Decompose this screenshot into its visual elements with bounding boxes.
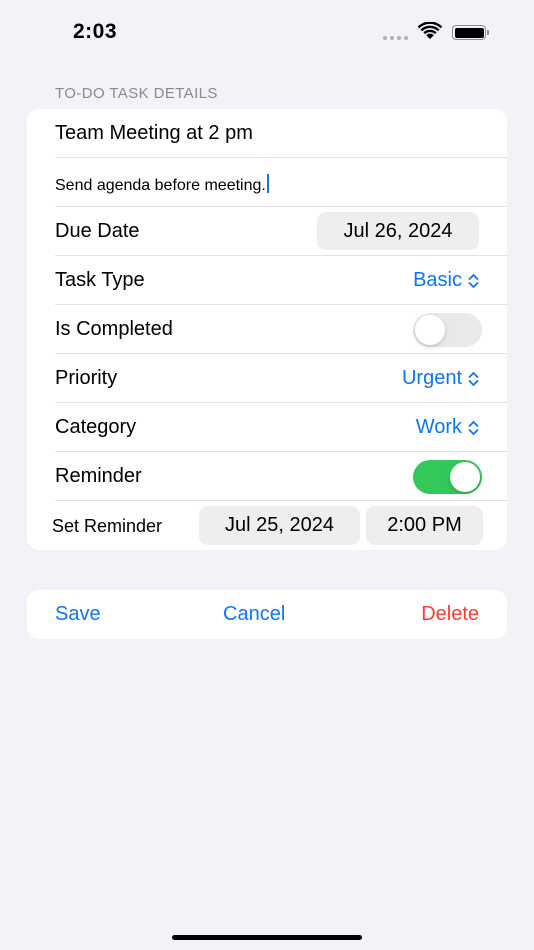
chevron-up-down-icon	[468, 273, 479, 288]
text-cursor	[266, 174, 269, 193]
due-date-picker[interactable]: Jul 26, 2024	[317, 212, 479, 250]
category-label: Category	[55, 416, 137, 438]
is-completed-label: Is Completed	[55, 318, 173, 340]
title-field[interactable]: Team Meeting at 2 pm	[55, 122, 253, 145]
set-reminder-row: Set Reminder Jul 25, 2024 2:00 PM	[27, 501, 507, 550]
category-value: Work	[415, 416, 462, 438]
chevron-up-down-icon	[468, 420, 479, 435]
priority-picker[interactable]: Urgent	[402, 367, 479, 390]
category-picker[interactable]: Work	[416, 416, 479, 439]
wifi-icon	[418, 22, 442, 39]
notes-row[interactable]: Send agenda before meeting.	[27, 158, 507, 207]
title-row[interactable]: Team Meeting at 2 pm	[27, 109, 507, 158]
notes-text: Send agenda before meeting.	[55, 177, 266, 194]
battery-icon	[452, 25, 489, 40]
delete-button[interactable]: Delete	[421, 603, 479, 626]
due-date-label: Due Date	[55, 220, 140, 242]
save-button[interactable]: Save	[55, 603, 101, 626]
task-type-picker[interactable]: Basic	[413, 269, 479, 292]
cancel-button[interactable]: Cancel	[223, 603, 285, 626]
reminder-date-picker[interactable]: Jul 25, 2024	[199, 506, 360, 545]
cellular-signal-icon	[383, 36, 408, 40]
task-type-label: Task Type	[55, 269, 145, 291]
status-time: 2:03	[73, 20, 118, 43]
is-completed-row: Is Completed	[27, 305, 507, 354]
task-type-row: Task Type Basic	[27, 256, 507, 305]
due-date-row: Due Date Jul 26, 2024	[27, 207, 507, 256]
reminder-label: Reminder	[55, 465, 142, 487]
home-indicator[interactable]	[172, 935, 362, 940]
is-completed-toggle[interactable]	[413, 313, 482, 347]
priority-label: Priority	[55, 367, 118, 389]
priority-value: Urgent	[401, 367, 462, 389]
reminder-toggle[interactable]	[413, 460, 482, 494]
status-bar: 2:03	[0, 0, 534, 60]
category-row: Category Work	[27, 403, 507, 452]
task-type-value: Basic	[413, 269, 462, 291]
reminder-time-picker[interactable]: 2:00 PM	[366, 506, 483, 545]
notes-field[interactable]: Send agenda before meeting.	[55, 174, 269, 195]
reminder-row: Reminder	[27, 452, 507, 501]
actions-card: Save Cancel Delete	[27, 590, 507, 639]
task-details-card: Team Meeting at 2 pm Send agenda before …	[27, 109, 507, 550]
section-header: TO-DO TASK DETAILS	[55, 85, 218, 102]
chevron-up-down-icon	[468, 371, 479, 386]
set-reminder-label: Set Reminder	[52, 516, 163, 536]
priority-row: Priority Urgent	[27, 354, 507, 403]
